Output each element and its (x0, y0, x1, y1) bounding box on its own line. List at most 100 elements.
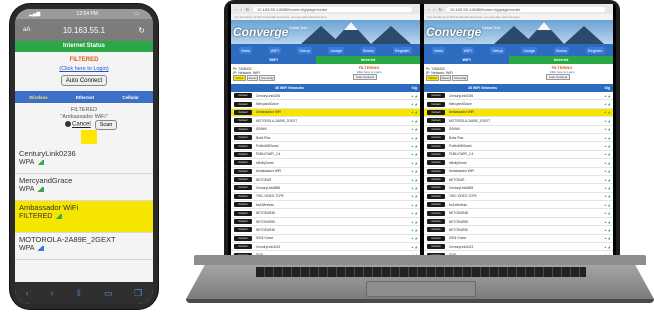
nav-wifi[interactable]: WiFi (461, 46, 474, 54)
connect-button[interactable]: Connect (234, 101, 252, 107)
connect-button[interactable]: Connect (234, 160, 252, 166)
table-row[interactable]: Connect Bobs Plac ▲ ◢ (424, 134, 613, 143)
back-icon[interactable]: ‹ (428, 7, 429, 12)
connect-button[interactable]: Connect (234, 202, 252, 208)
connect-button[interactable]: Connect (234, 168, 252, 174)
connect-button[interactable]: Connect (427, 210, 445, 216)
connect-button[interactable]: Connect (234, 210, 252, 216)
table-row-selected[interactable]: Connect Ambassador WiFi ▲ ◢ (231, 108, 420, 118)
table-row[interactable]: Connect PublicWifiGuest ▲ ◢ (231, 142, 420, 151)
table-row[interactable]: Connect MOTOROLA-2A89E_2GEXT ▲ ◢ (424, 117, 613, 126)
url-bar[interactable]: 10.163.55.1:8080/home.cfg/page/router (253, 6, 412, 12)
auto-connect-button[interactable]: Auto Connect (353, 74, 378, 80)
table-row[interactable]: Connect kw1Wireless ▲ ◢ (424, 201, 613, 210)
reload-icon[interactable]: ↻ (138, 26, 145, 35)
connect-button[interactable]: Connect (427, 109, 445, 115)
nav-usage[interactable]: Usage (328, 46, 345, 54)
forward-icon[interactable]: › (240, 7, 241, 12)
table-row[interactable]: Connect NETGEAR48 ▲ ◢ (231, 209, 420, 218)
connect-button[interactable]: Connect (427, 118, 445, 124)
login-link[interactable]: (Click here to Login) (15, 66, 153, 72)
cancel-button[interactable]: Cancel (65, 121, 91, 128)
table-row-selected[interactable]: Connect Ambassador WiFi ▲ ◢ (424, 108, 613, 118)
network-item[interactable]: MOTOROLA-2A89E_2GEXT WPA (15, 233, 153, 260)
reader-aa-button[interactable]: aA (23, 27, 30, 33)
table-row[interactable]: Connect MOTOROLA-2A89E_2GEXT ▲ ◢ (231, 117, 420, 126)
nav-main[interactable]: Main (432, 46, 445, 54)
connect-button[interactable]: Connect (427, 126, 445, 132)
info-button[interactable]: Reconfig (452, 75, 469, 81)
table-row[interactable]: Connect CenturyLink6898 ▲ ◢ (231, 184, 420, 193)
connect-button[interactable]: Connect (234, 227, 252, 233)
table-row[interactable]: Connect MercyandGrace ▲ ◢ (231, 100, 420, 109)
reload-icon[interactable]: ↻ (246, 7, 249, 12)
table-row[interactable]: Connect NETGEAR36 ▲ ◢ (424, 226, 613, 235)
connect-button[interactable]: Connect (234, 93, 252, 99)
table-row[interactable]: Connect SSNI Guest ▲ ◢ (231, 235, 420, 244)
connect-button[interactable]: Connect (234, 219, 252, 225)
network-item-selected[interactable]: Ambassador WiFi FILTERED (15, 201, 153, 233)
connect-button[interactable]: Connect (427, 93, 445, 99)
nav-main[interactable]: Main (239, 46, 252, 54)
table-row[interactable]: Connect Ambassador WiFi ▲ ◢ (231, 168, 420, 176)
info-button[interactable]: Yellow (233, 75, 246, 81)
table-row[interactable]: Connect TWC-VIDEO-TCPE ▲ ◢ (424, 193, 613, 202)
table-row[interactable]: Connect infinityGuest ▲ ◢ (424, 159, 613, 168)
connect-button[interactable]: Connect (427, 235, 445, 241)
tab-cellular[interactable]: Cellular (122, 95, 139, 100)
nav-register[interactable]: Register (585, 46, 605, 54)
nav-usage[interactable]: Usage (521, 46, 538, 54)
nav-register[interactable]: Register (392, 46, 412, 54)
connect-button[interactable]: Connect (234, 118, 252, 124)
back-icon[interactable]: ‹ (26, 288, 29, 298)
share-icon[interactable]: ⇪ (75, 288, 83, 299)
bookmarks-icon[interactable]: ▭ (104, 288, 113, 299)
back-icon[interactable]: ‹ (235, 7, 236, 12)
tabs-icon[interactable]: ❐ (134, 288, 142, 299)
connect-button[interactable]: Connect (427, 227, 445, 233)
connect-button[interactable]: Connect (427, 202, 445, 208)
network-item[interactable]: CenturyLink0236 WPA (15, 147, 153, 174)
connect-button[interactable]: Connect (234, 185, 252, 191)
forward-icon[interactable]: › (50, 288, 53, 298)
scan-button[interactable]: Scan (95, 120, 117, 130)
table-row[interactable]: Connect NETGEAR36 ▲ ◢ (231, 226, 420, 235)
info-button[interactable]: Yellow (426, 75, 439, 81)
forward-icon[interactable]: › (433, 7, 434, 12)
tab-wireless[interactable]: Wireless (29, 95, 47, 100)
connect-button[interactable]: Connect (427, 185, 445, 191)
table-row[interactable]: Connect NETGEAR ▲ ◢ (424, 176, 613, 185)
table-row[interactable]: Connect NETGEAR48 ▲ ◢ (424, 209, 613, 218)
table-row[interactable]: Connect NETGEAR55 ▲ ◢ (231, 218, 420, 227)
connect-button[interactable]: Connect (427, 135, 445, 141)
nav-status[interactable]: Status (553, 46, 570, 54)
info-button[interactable]: Reset (246, 75, 259, 81)
table-row[interactable]: Connect MercyandGrace ▲ ◢ (424, 100, 613, 109)
table-row[interactable]: Connect NETGEAR ▲ ◢ (231, 176, 420, 185)
connect-button[interactable]: Connect (234, 151, 252, 157)
auto-connect-button[interactable]: Auto Connect (546, 74, 571, 80)
table-row[interactable]: Connect TWC-VIDEO-TCPE ▲ ◢ (231, 193, 420, 202)
network-item[interactable]: MercyandGrace WPA (15, 174, 153, 201)
connect-button[interactable]: Connect (427, 219, 445, 225)
connect-button[interactable]: Connect (234, 244, 252, 250)
connect-button[interactable]: Connect (427, 160, 445, 166)
connect-button[interactable]: Connect (427, 177, 445, 183)
table-row[interactable]: Connect PUBLICWIFI_2.4 ▲ ◢ (231, 151, 420, 160)
table-row[interactable]: Connect CenturyLink0236 ▲ ◢ (424, 92, 613, 101)
table-row[interactable]: Connect PublicWifiGuest ▲ ◢ (424, 142, 613, 151)
table-row[interactable]: Connect CenturyLink4013 ▲ ◢ (424, 243, 613, 252)
nav-status[interactable]: Status (360, 46, 377, 54)
url-bar[interactable]: 10.163.55.1:8080/home.cfg/page/router (446, 6, 605, 12)
connect-button[interactable]: Connect (427, 168, 445, 174)
table-row[interactable]: Connect Ambassador WiFi ▲ ◢ (424, 168, 613, 176)
connect-button[interactable]: Connect (234, 109, 252, 115)
connect-button[interactable]: Connect (234, 126, 252, 132)
table-row[interactable]: Connect CenturyLink4013 ▲ ◢ (231, 243, 420, 252)
nav-wifi[interactable]: WiFi (268, 46, 281, 54)
table-row[interactable]: Connect kw1Wireless ▲ ◢ (231, 201, 420, 210)
table-row[interactable]: Connect infinityGuest ▲ ◢ (231, 159, 420, 168)
tab-ethernet[interactable]: Ethernet (76, 95, 94, 100)
connect-button[interactable]: Connect (234, 177, 252, 183)
connect-button[interactable]: Connect (234, 193, 252, 199)
